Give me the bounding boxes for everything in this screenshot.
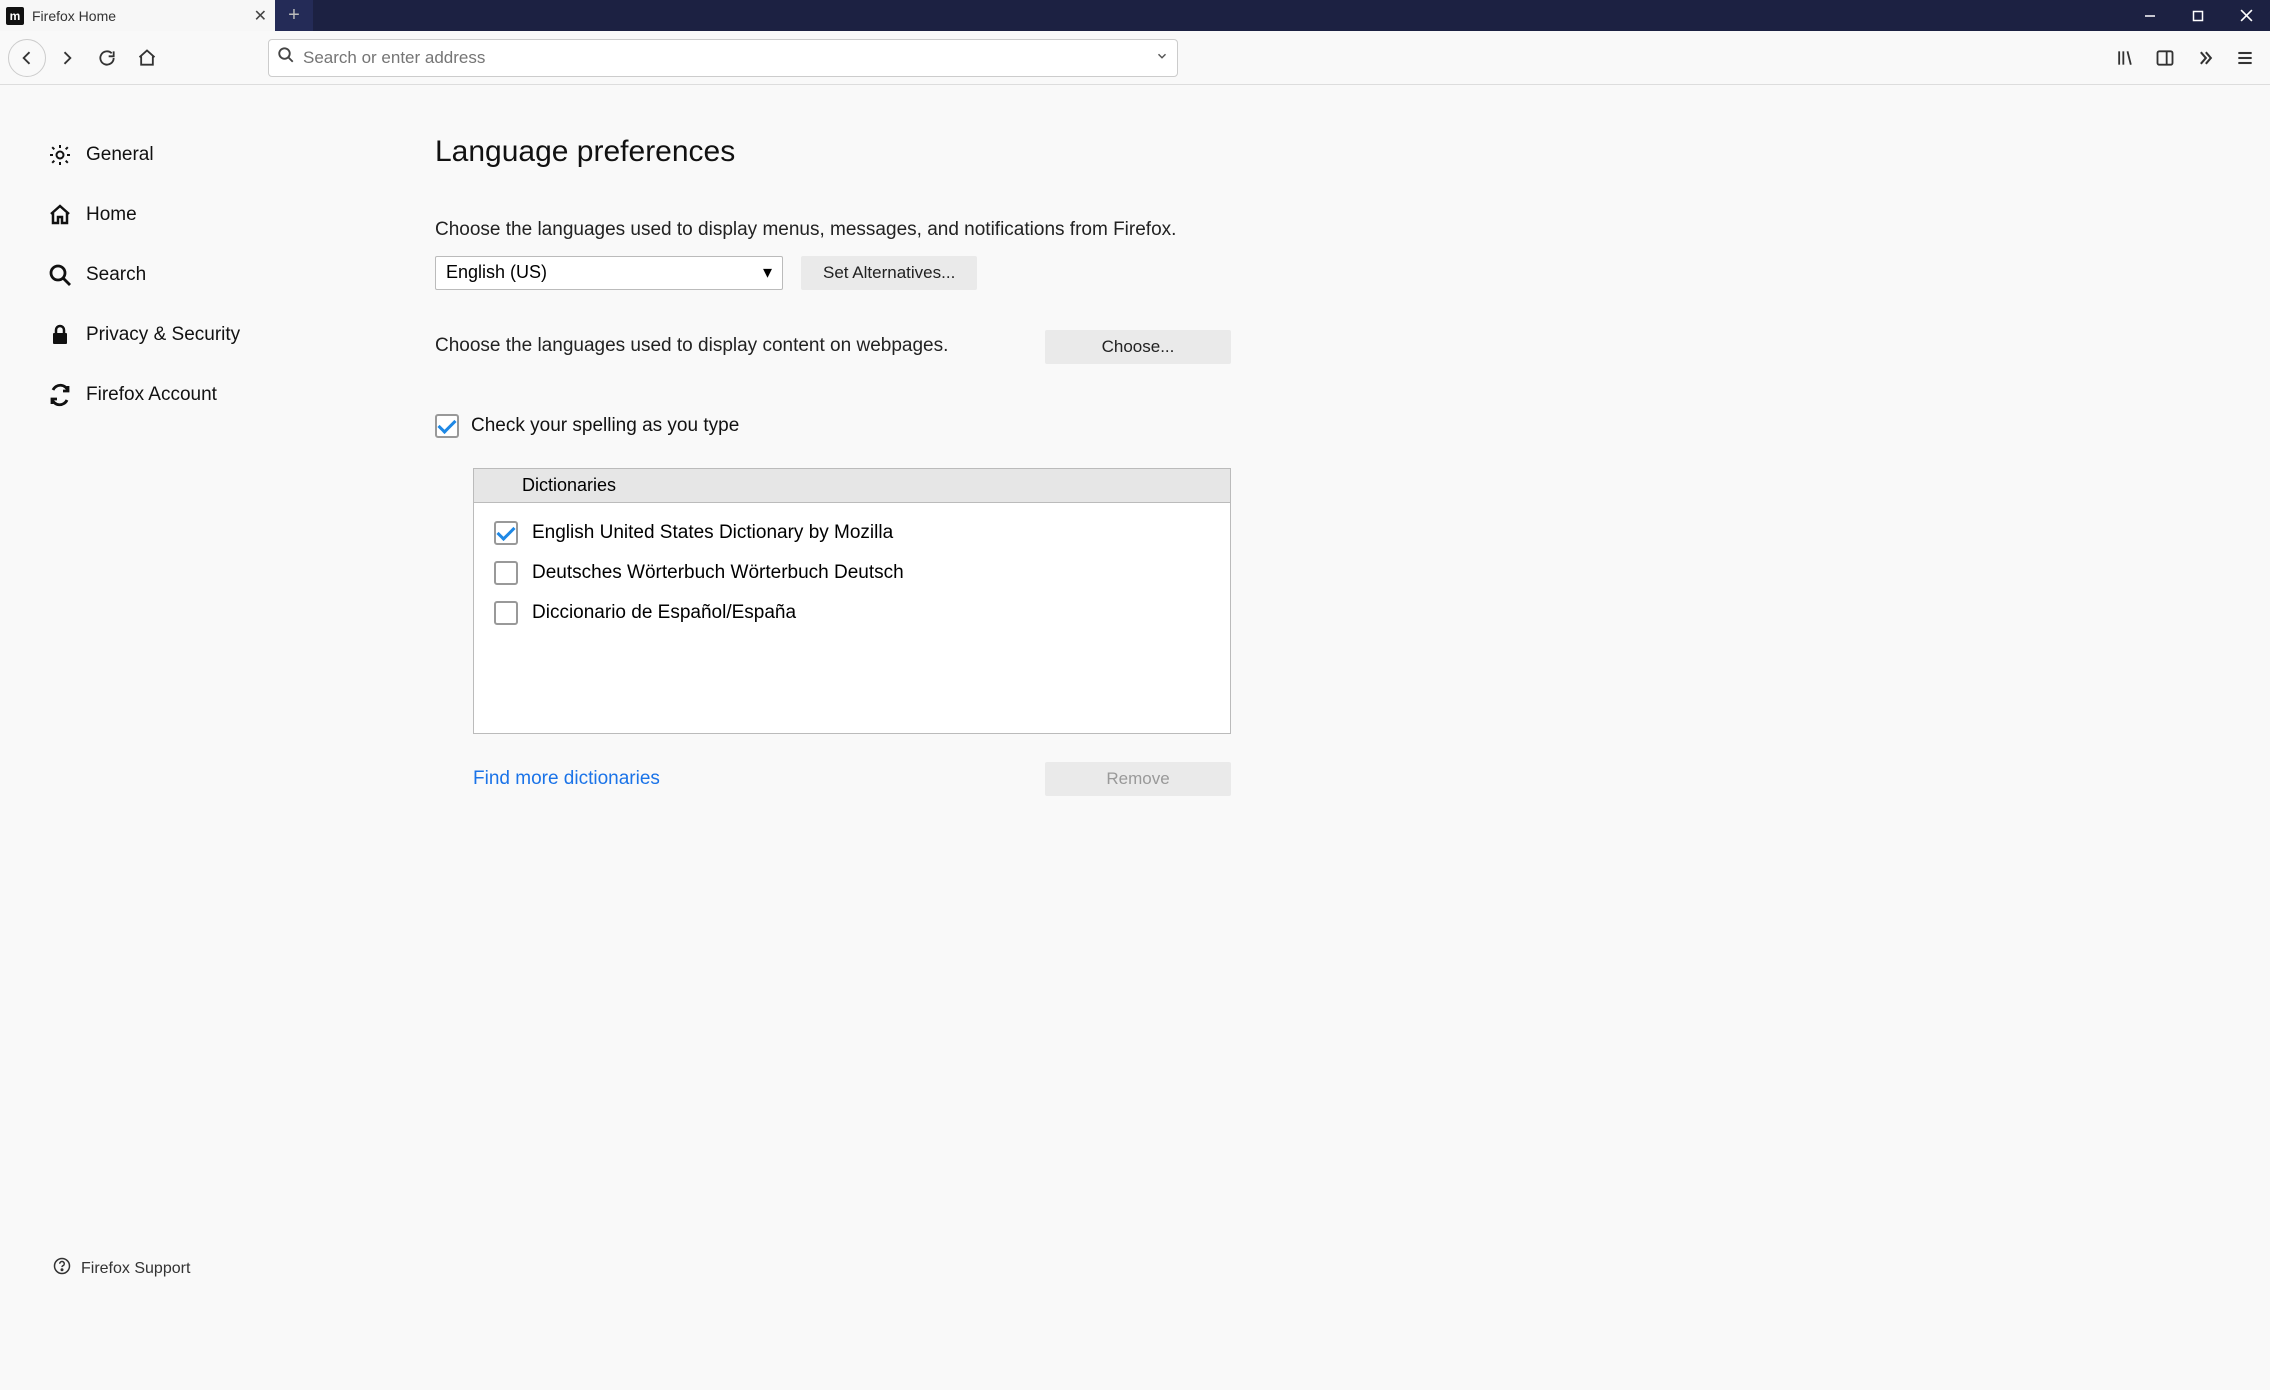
choose-button[interactable]: Choose... [1045,330,1231,364]
overflow-icon[interactable] [2188,41,2222,75]
close-tab-icon[interactable]: ✕ [254,6,267,26]
dictionary-item[interactable]: Deutsches Wörterbuch Wörterbuch Deutsch [494,553,1210,593]
address-bar[interactable] [268,39,1178,77]
page-title: Language preferences [435,135,1231,169]
reload-button[interactable] [88,39,126,77]
settings-sidebar: General Home Search Privacy & Security [0,85,405,826]
dictionary-checkbox[interactable] [494,601,518,625]
description-content: Choose the languages used to display con… [435,333,948,360]
library-icon[interactable] [2108,41,2142,75]
support-link[interactable]: Firefox Support [53,1257,190,1280]
dictionary-item[interactable]: Diccionario de Español/España [494,593,1210,633]
gear-icon [48,143,72,167]
title-bar: m Firefox Home ✕ + [0,0,2270,31]
chevron-down-icon[interactable] [1155,49,1169,66]
dictionaries-list: Dictionaries English United States Dicti… [473,468,1231,734]
dictionary-label: English United States Dictionary by Mozi… [532,522,893,544]
dictionary-checkbox[interactable] [494,521,518,545]
dictionary-checkbox[interactable] [494,561,518,585]
dictionary-label: Diccionario de Español/España [532,602,796,624]
sidebar-item-privacy[interactable]: Privacy & Security [48,305,385,365]
find-dictionaries-link[interactable]: Find more dictionaries [473,768,660,790]
support-label: Firefox Support [81,1260,190,1278]
search-icon [48,263,72,287]
search-icon [277,46,295,69]
set-alternatives-button[interactable]: Set Alternatives... [801,256,977,290]
forward-button[interactable] [48,39,86,77]
new-tab-button[interactable]: + [275,0,313,31]
dictionaries-header: Dictionaries [474,469,1230,503]
main-pane: Language preferences Choose the language… [405,85,1275,826]
language-select[interactable]: English (US) ▾ [435,256,783,290]
sidebar-icon[interactable] [2148,41,2182,75]
spellcheck-checkbox[interactable] [435,414,459,438]
tab-title: Firefox Home [32,8,246,24]
sidebar-item-general[interactable]: General [48,125,385,185]
toolbar [0,31,2270,85]
close-window-button[interactable] [2222,0,2270,31]
maximize-button[interactable] [2174,0,2222,31]
sync-icon [48,383,72,407]
back-button[interactable] [8,39,46,77]
tab-favicon: m [6,7,24,25]
browser-tab[interactable]: m Firefox Home ✕ [0,0,275,31]
help-icon [53,1257,71,1280]
sidebar-item-search[interactable]: Search [48,245,385,305]
sidebar-label: Search [86,264,146,286]
caret-down-icon: ▾ [763,262,772,283]
spellcheck-label: Check your spelling as you type [471,415,739,437]
address-input[interactable] [303,48,1155,68]
sidebar-label: Firefox Account [86,384,217,406]
sidebar-label: Privacy & Security [86,324,240,346]
home-button[interactable] [128,39,166,77]
home-icon [48,203,72,227]
minimize-button[interactable] [2126,0,2174,31]
sidebar-label: General [86,144,154,166]
sidebar-item-account[interactable]: Firefox Account [48,365,385,425]
description-menus: Choose the languages used to display men… [435,217,1231,244]
lock-icon [48,323,72,347]
sidebar-label: Home [86,204,137,226]
selected-language: English (US) [446,262,547,283]
sidebar-item-home[interactable]: Home [48,185,385,245]
remove-button[interactable]: Remove [1045,762,1231,796]
menu-icon[interactable] [2228,41,2262,75]
dictionary-label: Deutsches Wörterbuch Wörterbuch Deutsch [532,562,904,584]
dictionary-item[interactable]: English United States Dictionary by Mozi… [494,513,1210,553]
